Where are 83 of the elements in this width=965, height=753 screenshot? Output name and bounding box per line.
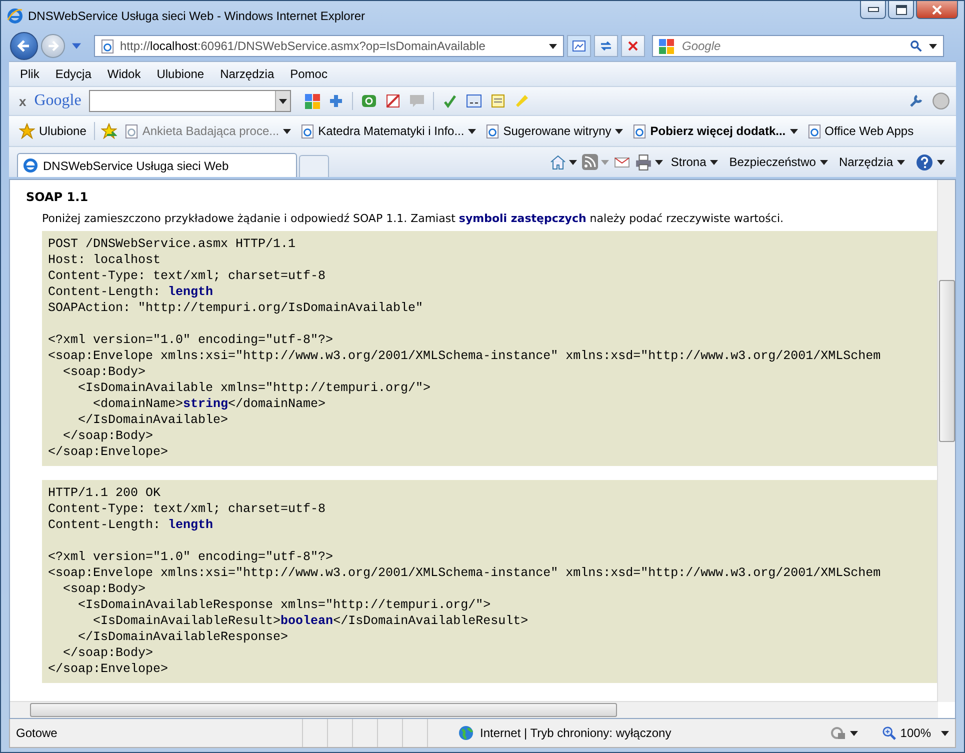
- notes-icon[interactable]: [490, 93, 506, 109]
- google-icon: [659, 38, 674, 54]
- page-icon: [101, 38, 114, 54]
- window-title: DNSWebService Usługa sieci Web - Windows Internet Explorer: [28, 9, 366, 23]
- favorite-link[interactable]: Ankieta Badająca proce...: [123, 124, 294, 138]
- spellcheck-icon[interactable]: [442, 93, 458, 109]
- caret-icon[interactable]: [549, 44, 557, 48]
- page-icon: [486, 124, 500, 138]
- arrow-left-icon: [16, 38, 32, 54]
- help-icon: [916, 154, 933, 170]
- page-icon: [633, 124, 646, 138]
- zoom-icon: [882, 726, 898, 740]
- menu-item[interactable]: Pomoc: [290, 67, 328, 81]
- status-circle-icon[interactable]: [932, 92, 950, 110]
- menu-item[interactable]: Plik: [20, 67, 40, 81]
- caret-icon[interactable]: [850, 730, 858, 736]
- printer-icon[interactable]: [634, 154, 652, 170]
- browser-logo-icon: [23, 158, 38, 173]
- menu-item[interactable]: Edycja: [55, 67, 92, 81]
- favorite-link[interactable]: Katedra Matematyki i Info...: [299, 124, 478, 138]
- maximize-button[interactable]: [888, 1, 914, 19]
- favorite-link[interactable]: Sugerowane witryny: [484, 124, 626, 138]
- wrench-icon[interactable]: [908, 93, 924, 109]
- status-text: Gotowe: [16, 726, 58, 740]
- caret-icon: [710, 160, 718, 164]
- caret-icon: [897, 160, 905, 164]
- caret-icon: [937, 160, 945, 164]
- security-zone-text: Internet | Tryb chroniony: wyłączony: [480, 726, 672, 740]
- feed-icon[interactable]: [582, 154, 598, 170]
- command-menu[interactable]: Strona: [668, 155, 722, 169]
- close-icon: [932, 4, 942, 14]
- toolbar-search-field[interactable]: [89, 90, 292, 112]
- dropdown-icon[interactable]: [72, 43, 81, 49]
- stop-button[interactable]: [621, 35, 645, 57]
- command-menu[interactable]: Narzędzia: [836, 155, 908, 169]
- close-toolbar-button[interactable]: x: [19, 94, 26, 108]
- home-icon[interactable]: [550, 154, 566, 170]
- back-button[interactable]: [10, 32, 38, 60]
- url-text: http://localhost:60961/DNSWebService.asmx?op=IsDomainAvailable: [120, 39, 486, 53]
- menu-item[interactable]: Narzędzia: [220, 67, 274, 81]
- page-icon: [301, 124, 314, 138]
- close-button[interactable]: [916, 1, 958, 19]
- search-icon[interactable]: [910, 40, 923, 52]
- zoom-button[interactable]: 100%: [876, 724, 937, 742]
- plus-icon[interactable]: [328, 93, 344, 109]
- caret-icon[interactable]: [468, 128, 476, 134]
- caret-icon[interactable]: [568, 160, 577, 164]
- menu-item[interactable]: Widok: [107, 67, 141, 81]
- search-box[interactable]: Google: [652, 35, 944, 57]
- caret-icon: [820, 160, 828, 164]
- caret-icon[interactable]: [283, 128, 292, 134]
- refresh-button[interactable]: [594, 35, 618, 57]
- arrow-right-icon: [46, 39, 60, 53]
- popup-blocked-icon[interactable]: [385, 93, 402, 109]
- intro-text: Poniżej zamieszczono przykładowe żądanie i odpowiedź SOAP 1.1. Zamiast symboli zastępczych należy podać rzeczywiste wartości.: [42, 212, 784, 225]
- caret-icon[interactable]: [615, 128, 624, 134]
- page-icon: [808, 124, 821, 138]
- favorites-button[interactable]: Ulubione: [17, 123, 88, 139]
- globe-icon: [458, 725, 474, 741]
- add-favorite-icon[interactable]: [101, 123, 118, 139]
- google-icon[interactable]: [305, 94, 320, 108]
- minimize-button[interactable]: [860, 1, 886, 19]
- toolbar-logo: Google: [34, 92, 82, 110]
- compatibility-button[interactable]: [567, 35, 591, 57]
- caret-icon[interactable]: [654, 160, 663, 164]
- caret-icon[interactable]: [941, 730, 949, 736]
- caret-icon[interactable]: [790, 128, 798, 134]
- command-menu[interactable]: Bezpieczeństwo: [726, 155, 831, 169]
- favorite-link[interactable]: Office Web Apps: [806, 124, 916, 138]
- vertical-scrollbar[interactable]: [937, 180, 955, 702]
- chart-icon: [572, 39, 586, 53]
- address-bar[interactable]: http://localhost:60961/DNSWebService.asmx?op=IsDomainAvailable: [94, 35, 564, 57]
- menu-item[interactable]: Ulubione: [156, 67, 204, 81]
- horizontal-scrollbar[interactable]: [10, 701, 938, 718]
- browser-tab[interactable]: DNSWebService Usługa sieci Web: [17, 153, 297, 177]
- page-icon: [125, 124, 138, 138]
- caret-icon[interactable]: [929, 44, 937, 48]
- favorite-link[interactable]: Pobierz więcej dodatk...: [631, 124, 800, 138]
- star-icon: [19, 123, 35, 139]
- close-icon: [626, 39, 640, 53]
- browser-logo-icon: [7, 8, 23, 24]
- section-heading: SOAP 1.1: [26, 190, 90, 204]
- caret-icon[interactable]: [279, 98, 288, 104]
